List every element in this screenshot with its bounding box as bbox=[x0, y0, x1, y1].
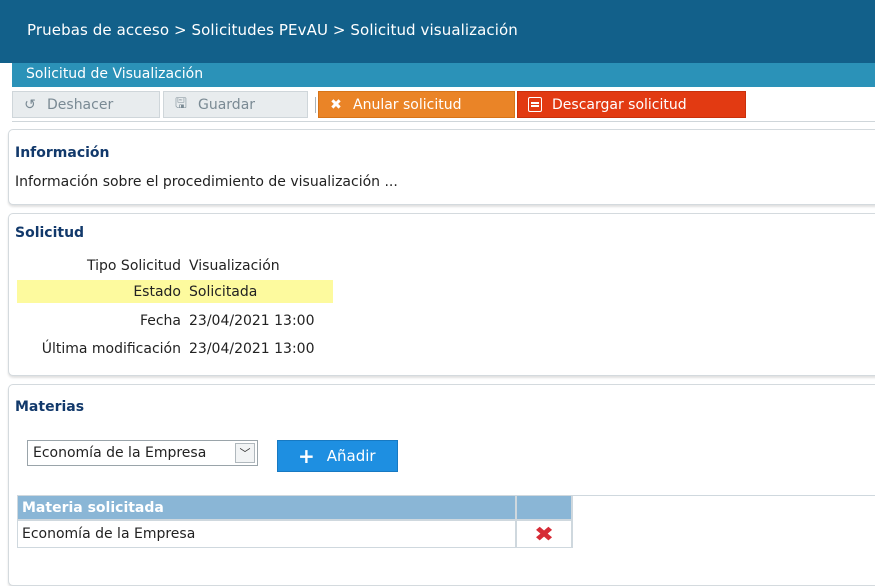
table-header-actions bbox=[516, 495, 572, 520]
field-label: Última modificación bbox=[41, 341, 181, 357]
page-title: Solicitud de Visualización bbox=[26, 66, 204, 82]
close-icon: ✖ bbox=[330, 96, 342, 113]
subject-select-value: Economía de la Empresa bbox=[33, 445, 207, 461]
cancel-request-label: Anular solicitud bbox=[353, 96, 462, 113]
breadcrumb-text: Pruebas de acceso > Solicitudes PEvAU > … bbox=[27, 21, 518, 39]
field-label: Fecha bbox=[139, 313, 181, 329]
cancel-request-button[interactable]: ✖ Anular solicitud bbox=[318, 91, 515, 118]
subject-select[interactable]: Economía de la Empresa ﹀ bbox=[27, 440, 258, 466]
status-value: Solicitada bbox=[189, 284, 258, 300]
request-panel: Solicitud Tipo Solicitud Visualización E… bbox=[8, 213, 875, 376]
delete-row-button[interactable]: ✖ bbox=[516, 520, 572, 548]
field-value: Visualización bbox=[189, 258, 280, 274]
table-header: Materia solicitada bbox=[17, 495, 516, 520]
toolbar-separator bbox=[315, 97, 316, 113]
field-estado-label-wrap: Estado bbox=[9, 284, 181, 304]
toolbar: ↺ Deshacer 🖫 Guardar ✖ Anular solicitud … bbox=[12, 87, 875, 122]
table-filler bbox=[572, 495, 875, 548]
undo-label: Deshacer bbox=[47, 96, 114, 113]
table-row: Economía de la Empresa bbox=[17, 520, 516, 548]
download-request-button[interactable]: Descargar solicitud bbox=[517, 91, 746, 118]
undo-button[interactable]: ↺ Deshacer bbox=[12, 91, 160, 118]
info-panel: Información Información sobre el procedi… bbox=[8, 129, 875, 205]
info-text: Información sobre el procedimiento de vi… bbox=[15, 174, 398, 190]
save-icon: 🖫 bbox=[175, 95, 187, 112]
add-subject-button[interactable]: + Añadir bbox=[277, 440, 398, 472]
page-title-bar: Solicitud de Visualización bbox=[12, 63, 875, 87]
field-fecha-label-wrap: Fecha bbox=[9, 313, 181, 333]
save-label: Guardar bbox=[198, 96, 256, 113]
field-label: Estado bbox=[133, 284, 181, 300]
field-modificacion-label-wrap: Última modificación bbox=[9, 341, 181, 361]
field-value: 23/04/2021 13:00 bbox=[189, 341, 315, 357]
breadcrumb: Pruebas de acceso > Solicitudes PEvAU > … bbox=[0, 0, 875, 63]
info-title: Información bbox=[15, 145, 110, 161]
subjects-panel: Materias Economía de la Empresa ﹀ + Añad… bbox=[8, 384, 875, 586]
field-tipo-label-wrap: Tipo Solicitud bbox=[9, 258, 181, 278]
delete-icon: ✖ bbox=[533, 522, 555, 546]
undo-icon: ↺ bbox=[24, 96, 36, 113]
request-title: Solicitud bbox=[15, 225, 85, 241]
field-value: 23/04/2021 13:00 bbox=[189, 313, 315, 329]
field-label: Tipo Solicitud bbox=[87, 258, 181, 274]
add-subject-label: Añadir bbox=[326, 447, 376, 465]
plus-icon: + bbox=[298, 444, 315, 468]
download-request-label: Descargar solicitud bbox=[552, 96, 687, 113]
save-button[interactable]: 🖫 Guardar bbox=[163, 91, 308, 118]
chevron-down-icon[interactable]: ﹀ bbox=[235, 443, 255, 463]
subjects-title: Materias bbox=[15, 399, 85, 415]
pdf-icon bbox=[528, 97, 542, 112]
